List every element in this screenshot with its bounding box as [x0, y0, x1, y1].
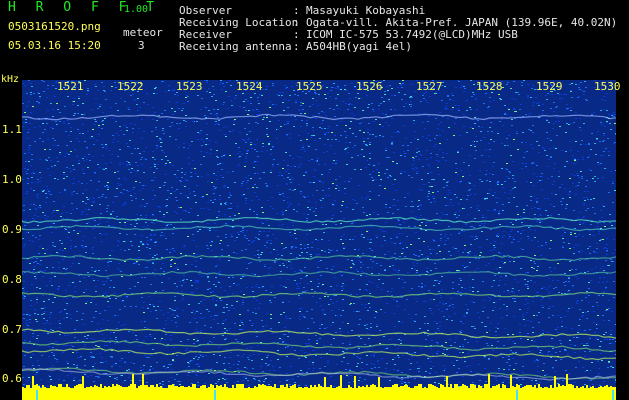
freq-tick: 0.8: [2, 273, 22, 286]
right-border: [616, 80, 629, 400]
time-tick: 1523: [176, 80, 203, 93]
freq-tick: 1.1: [2, 123, 22, 136]
meteor-marker: [516, 390, 518, 400]
time-tick: 1526: [356, 80, 383, 93]
spectrogram-canvas: [22, 80, 616, 400]
time-tick: 1529: [536, 80, 563, 93]
meteor-marker: [214, 390, 216, 400]
freq-tick: 0.9: [2, 223, 22, 236]
time-tick: 1521: [57, 80, 84, 93]
time-tick: 1528: [476, 80, 503, 93]
image-filename: 0503161520.png: [8, 20, 101, 33]
hroft-window: H R O F F T 1.00 0503161520.png 05.03.16…: [0, 0, 629, 400]
freq-tick: 0.6: [2, 372, 22, 385]
time-tick: 1530: [594, 80, 621, 93]
info-value-antenna: A504HB(yagi 4el): [306, 40, 412, 53]
observation-datetime: 05.03.16 15:20: [8, 39, 101, 52]
freq-tick: 1.0: [2, 173, 22, 186]
freq-tick: 0.7: [2, 323, 22, 336]
time-tick: 1524: [236, 80, 263, 93]
meteor-marker: [36, 390, 38, 400]
info-key-antenna: Receiving antenna: [179, 40, 292, 53]
app-version: 1.00: [124, 4, 149, 15]
info-colon: :: [293, 40, 300, 53]
time-tick: 1522: [117, 80, 144, 93]
meteor-marker: [612, 390, 614, 400]
time-tick: 1527: [416, 80, 443, 93]
time-tick: 1525: [296, 80, 323, 93]
meteor-label: meteor: [123, 26, 163, 39]
meteor-count: 3: [138, 39, 145, 52]
y-axis-unit: kHz: [1, 74, 20, 85]
spectrogram: [22, 80, 616, 400]
